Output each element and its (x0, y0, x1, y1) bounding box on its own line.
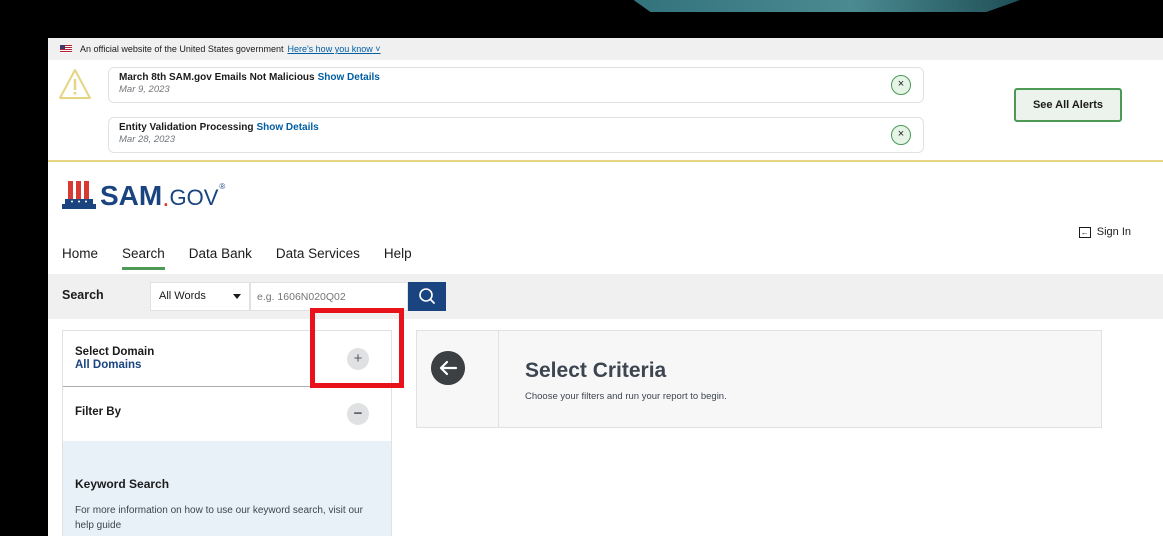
keyword-search-info: Keyword Search For more information on h… (63, 441, 391, 536)
search-bar: Search All Words (48, 274, 1163, 319)
heres-how-you-know-link[interactable]: Here's how you know ˅ (287, 44, 380, 54)
gov-banner-text: An official website of the United States… (80, 44, 284, 54)
caret-down-icon (233, 294, 241, 299)
show-details-link[interactable]: Show Details (318, 72, 380, 83)
arrow-left-icon (431, 351, 465, 385)
alert-title: March 8th SAM.gov Emails Not Malicious Sh… (119, 72, 380, 83)
uncle-sam-hat-icon (62, 181, 96, 209)
filter-by-label: Filter By (75, 406, 122, 418)
sam-gov-logo[interactable]: SAM . GOV ® (62, 180, 225, 210)
alert-item: Entity Validation Processing Show Details… (108, 117, 924, 153)
browser-page: An official website of the United States… (48, 38, 1163, 536)
alert-item: March 8th SAM.gov Emails Not Malicious Sh… (108, 67, 924, 103)
sign-in-icon: ← (1078, 226, 1091, 238)
search-scope-select[interactable]: All Words (150, 282, 250, 311)
alert-date: Mar 28, 2023 (119, 134, 175, 145)
nav-item-search[interactable]: Search (122, 246, 165, 270)
criteria-icon-column (417, 331, 499, 427)
keyword-search-heading: Keyword Search (75, 477, 170, 491)
filter-by-section[interactable]: Filter By − (63, 387, 391, 441)
nav-item-home[interactable]: Home (62, 246, 98, 270)
keyword-search-help-text: For more information on how to use our k… (75, 505, 363, 531)
warning-icon (59, 69, 91, 99)
nav-item-help[interactable]: Help (384, 246, 412, 270)
dismiss-alert-button[interactable]: × (891, 125, 911, 145)
search-button[interactable] (408, 282, 446, 311)
alerts-area: March 8th SAM.gov Emails Not Malicious Sh… (48, 60, 1163, 162)
sign-in-link[interactable]: ← Sign In (1078, 226, 1131, 238)
see-all-alerts-button[interactable]: See All Alerts (1014, 88, 1122, 122)
decorative-banner (633, 0, 1020, 12)
annotation-highlight-box (310, 308, 404, 388)
criteria-title: Select Criteria (525, 359, 667, 382)
search-label: Search (62, 288, 104, 302)
criteria-subtitle: Choose your filters and run your report … (525, 391, 727, 402)
site-header: SAM . GOV ® ← Sign In Home Search Data B… (48, 162, 1163, 274)
select-criteria-card: Select Criteria Choose your filters and … (416, 330, 1102, 428)
show-details-link[interactable]: Show Details (256, 122, 318, 133)
alert-date: Mar 9, 2023 (119, 84, 170, 95)
search-icon (419, 288, 435, 304)
us-flag-icon (60, 45, 72, 53)
alert-title: Entity Validation Processing Show Details (119, 122, 319, 133)
dismiss-alert-button[interactable]: × (891, 75, 911, 95)
search-input[interactable] (250, 282, 408, 311)
main-nav: Home Search Data Bank Data Services Help (62, 246, 412, 270)
search-content: Select Domain All Domains + Filter By − … (48, 308, 1163, 536)
gov-banner: An official website of the United States… (48, 38, 1163, 60)
nav-item-data-bank[interactable]: Data Bank (189, 246, 252, 270)
nav-item-data-services[interactable]: Data Services (276, 246, 360, 270)
collapse-filters-button[interactable]: − (347, 403, 369, 425)
